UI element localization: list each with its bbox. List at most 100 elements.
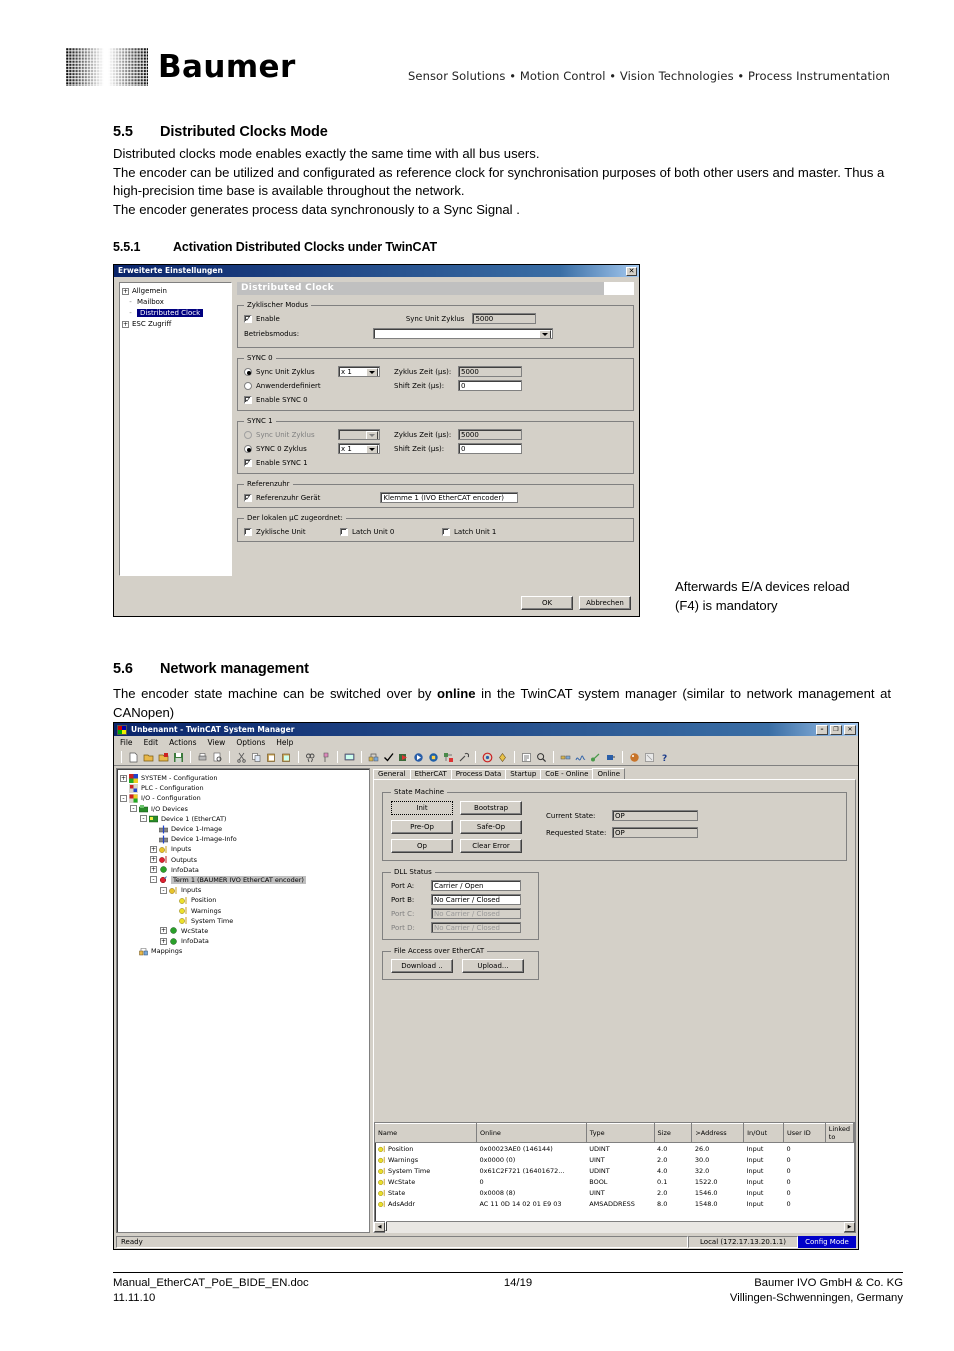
expander-icon[interactable]: - (120, 794, 127, 802)
properties-icon[interactable] (643, 751, 656, 764)
menu-item-options[interactable]: Options (236, 738, 265, 747)
tree-item[interactable]: Warnings (120, 905, 367, 915)
variables-grid[interactable]: Name Online Type Size >Address In/Out Us… (374, 1122, 855, 1232)
bootstrap-button[interactable]: Bootstrap (460, 801, 522, 815)
ok-button[interactable]: OK (521, 596, 573, 610)
plug-icon[interactable] (604, 751, 617, 764)
tab-general[interactable]: General (373, 769, 411, 779)
wrench-icon[interactable] (457, 751, 470, 764)
tree-item[interactable]: + InfoData (120, 865, 367, 875)
tree-item[interactable]: Position (120, 895, 367, 905)
expander-icon[interactable]: + (160, 937, 167, 945)
checkbox-enable[interactable] (244, 314, 252, 323)
expander-icon[interactable]: + (160, 927, 167, 935)
table-row[interactable]: AdsAddr AC 11 0D 14 02 01 E9 03 AMSADDRESS… (375, 1198, 854, 1209)
table-row[interactable]: Position 0x00023AE0 (146144) UDINT 4.0 26.0 I… (375, 1143, 854, 1155)
tree-item-distributed-clock[interactable]: - Distributed Clock (122, 308, 229, 318)
check-icon[interactable] (382, 751, 395, 764)
scope-icon[interactable] (574, 751, 587, 764)
col-size[interactable]: Size (654, 1123, 693, 1143)
minimize-icon[interactable]: – (816, 724, 828, 735)
radio-sync1-sync-unit-cycle[interactable] (244, 430, 252, 439)
sync1-sync0-multiplier-combo[interactable]: x 1 (338, 443, 380, 454)
scrollbar-thumb[interactable] (385, 1220, 387, 1231)
new-file-icon[interactable] (127, 751, 140, 764)
cancel-button[interactable]: Abbrechen (579, 596, 631, 610)
expander-icon[interactable]: - (160, 886, 167, 894)
col-type[interactable]: Type (586, 1123, 655, 1143)
radio-sync0-anwenderdefiniert[interactable] (244, 381, 252, 390)
init-button[interactable]: Init (391, 801, 453, 815)
tree-item[interactable]: PLC - Configuration (120, 783, 367, 793)
tab-online[interactable]: Online (592, 768, 626, 779)
config-mode-icon[interactable] (427, 751, 440, 764)
menu-item-help[interactable]: Help (276, 738, 293, 747)
menu-item-edit[interactable]: Edit (144, 738, 159, 747)
expander-icon[interactable]: - (130, 805, 137, 813)
tree-item-mailbox[interactable]: - Mailbox (122, 297, 229, 307)
checkbox-enable-sync1[interactable] (244, 458, 252, 467)
op-button[interactable]: Op (391, 839, 453, 853)
menu-item-file[interactable]: File (120, 738, 133, 747)
tree-item[interactable]: + Inputs (120, 844, 367, 854)
radio-sync0-sync-unit-cycle[interactable] (244, 367, 252, 376)
tree-item[interactable]: - Term 1 (BAUMER IVO EtherCAT encoder) (120, 875, 367, 885)
link-variables-icon[interactable] (559, 751, 572, 764)
search-icon[interactable] (535, 751, 548, 764)
open-folder-icon[interactable] (142, 751, 155, 764)
expander-icon[interactable]: + (150, 845, 157, 853)
col-inout[interactable]: In/Out (743, 1123, 784, 1143)
tab-coe-online[interactable]: CoE - Online (540, 769, 594, 779)
find-next-icon[interactable] (319, 751, 332, 764)
tab-startup[interactable]: Startup (505, 769, 542, 779)
expander-icon[interactable]: + (122, 320, 129, 328)
col-linked-to[interactable]: Linked to (825, 1123, 854, 1143)
add-device-icon[interactable] (496, 751, 509, 764)
checkbox-referenzuhr-geraet[interactable] (244, 493, 252, 502)
tree-item[interactable]: Device 1-Image-Info (120, 834, 367, 844)
tree-item[interactable]: - Device 1 (EtherCAT) (120, 814, 367, 824)
betriebsmodus-combo[interactable] (373, 328, 554, 339)
tab-ethercat[interactable]: EtherCAT (409, 769, 452, 779)
expander-icon[interactable]: + (122, 287, 129, 295)
copy-icon[interactable] (250, 751, 263, 764)
safe-op-button[interactable]: Safe-Op (460, 820, 522, 834)
expander-icon[interactable]: + (150, 866, 157, 874)
dialog1-tree[interactable]: + Allgemein - Mailbox - Distributed Cloc… (119, 282, 232, 576)
palette-icon[interactable] (628, 751, 641, 764)
col-userid[interactable]: User ID (783, 1123, 826, 1143)
expander-icon[interactable]: + (150, 856, 157, 864)
configuration-tree[interactable]: + SYSTEM - Configuration PLC - Configurati… (116, 768, 370, 1233)
horizontal-scrollbar[interactable]: ◀ ▶ (374, 1220, 855, 1233)
col-online[interactable]: Online (476, 1123, 587, 1143)
sync1-shift-time-value[interactable]: 0 (458, 443, 522, 454)
tree-item[interactable]: Mappings (120, 946, 367, 956)
open-folder-alt-icon[interactable] (157, 751, 170, 764)
tree-item[interactable]: - I/O - Configuration (120, 793, 367, 803)
scroll-left-icon[interactable]: ◀ (374, 1222, 385, 1232)
menu-item-actions[interactable]: Actions (169, 738, 196, 747)
expander-icon[interactable]: + (120, 774, 127, 782)
help-icon[interactable]: ? (658, 751, 671, 764)
tree-item[interactable]: - Inputs (120, 885, 367, 895)
tree-item-esc-zugriff[interactable]: + ESC Zugriff (122, 319, 229, 329)
tree-item[interactable]: + WcState (120, 926, 367, 936)
sync0-multiplier-combo[interactable]: x 1 (338, 366, 380, 377)
maximize-icon[interactable]: ❐ (830, 724, 842, 735)
radio-sync1-sync0-cycle[interactable] (244, 444, 252, 453)
tree-item[interactable]: + Outputs (120, 855, 367, 865)
tree-item[interactable]: System Time (120, 916, 367, 926)
table-row[interactable]: System Time 0x61C2F721 (16401672... UDINT 4… (375, 1165, 854, 1176)
tree-item[interactable]: - I/O Devices (120, 804, 367, 814)
download-button[interactable]: Download .. (391, 959, 453, 973)
tree-item[interactable]: + InfoData (120, 936, 367, 946)
mappings-icon[interactable] (367, 751, 380, 764)
upload-button[interactable]: Upload... (462, 959, 524, 973)
table-row[interactable]: State 0x0008 (8) UINT 2.0 1546.0 Input 0 (375, 1187, 854, 1198)
key-icon[interactable] (589, 751, 602, 764)
col-name[interactable]: Name (375, 1123, 477, 1143)
activate-config-icon[interactable] (397, 751, 410, 764)
paste-link-icon[interactable] (280, 751, 293, 764)
save-icon[interactable] (172, 751, 185, 764)
list-icon[interactable] (520, 751, 533, 764)
